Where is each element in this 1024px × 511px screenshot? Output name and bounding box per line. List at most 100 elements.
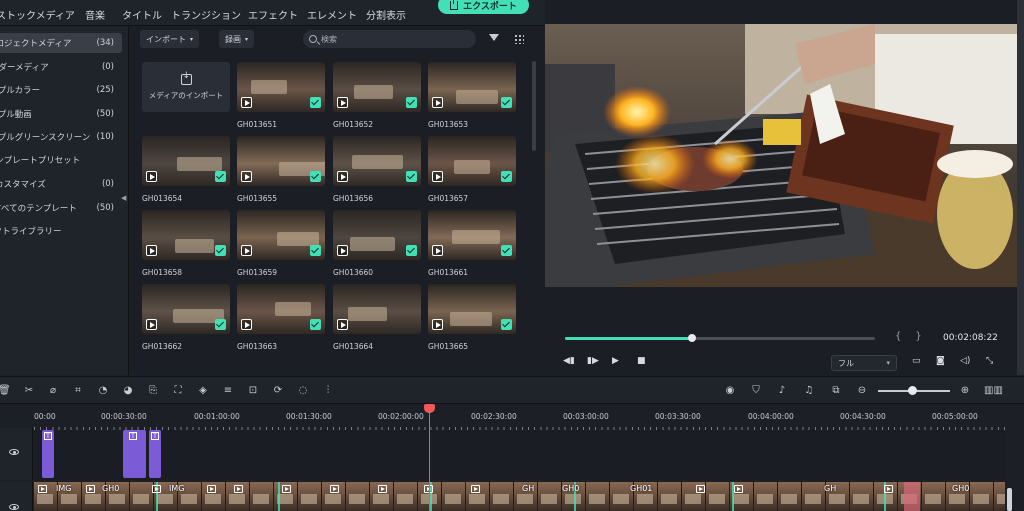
music-icon[interactable]: ♫ [803,385,815,397]
record-dropdown[interactable]: 録画 ▾ [219,30,255,48]
mask-icon[interactable]: ◈ [197,385,209,397]
clip-label[interactable]: GH [824,484,836,493]
media-scrollbar[interactable] [532,61,536,151]
clip-label[interactable]: IMG [56,484,71,493]
playhead-handle[interactable] [424,404,435,413]
sidebar-item-project-media[interactable]: プロジェクトメディア (34) [0,33,122,53]
tab-effects[interactable]: エフェクト [248,7,298,22]
title-clip[interactable]: T [123,430,146,478]
video-type-icon [432,171,443,182]
media-thumbnail[interactable] [428,136,516,186]
export-button[interactable]: エクスポート [438,0,529,14]
collapse-sidebar-icon[interactable]: ◀ [121,194,126,202]
eye-icon[interactable] [9,449,19,455]
snapshot-icon[interactable]: ◙ [936,356,945,366]
tab-titles[interactable]: タイトル [122,7,162,22]
clip-label[interactable]: GH0 [102,484,119,493]
sidebar-item-sample-colors[interactable]: サンプルカラー (25) [0,80,122,100]
media-thumbnail[interactable] [142,210,230,260]
audio-wave-icon[interactable]: ⫶ [322,385,334,397]
progress-knob[interactable] [688,334,697,342]
media-thumbnail[interactable] [237,136,325,186]
thumbnail-image [454,160,490,174]
title-clip[interactable]: T [42,430,54,478]
media-thumbnail[interactable] [237,62,325,112]
playhead[interactable] [429,405,430,511]
keyframe-icon[interactable]: ⊡ [247,385,259,397]
timeline-layout-icon[interactable]: ▥▥ [984,385,1003,397]
preview-quality-select[interactable]: フル ▾ [831,355,897,371]
motion-icon[interactable]: ⟳ [272,385,284,397]
fullscreen-icon[interactable]: ⤡ [986,356,993,366]
search-input[interactable]: 検索 [303,30,476,48]
clip-label[interactable]: GH0 [952,484,969,493]
tab-split-screen[interactable]: 分割表示 [366,7,406,22]
split-icon[interactable]: ✂ [23,385,35,397]
mark-in-out-icon[interactable]: {} [895,331,936,342]
media-thumbnail[interactable] [142,136,230,186]
marker-icon[interactable]: ⛉ [750,385,762,397]
sidebar-item-count: (0) [101,62,114,72]
step-forward-icon[interactable]: ▮▶ [587,356,599,366]
clip-label[interactable]: GH01 [630,484,652,493]
timeline-scrollbar[interactable] [1007,488,1012,511]
grid-view-icon[interactable] [514,34,524,44]
speed-icon[interactable]: ◔ [97,385,109,397]
export-icon [450,0,459,10]
media-thumbnail[interactable] [428,210,516,260]
ruler-label: 00:01:00:00 [194,412,240,421]
tab-audio[interactable]: 音楽 [85,7,105,22]
sidebar-item-all-templates[interactable]: すべてのテンプレート (50) [0,198,122,218]
sidebar-item-sample-video[interactable]: サンプル動画 (50) [0,104,122,124]
eye-icon[interactable] [9,504,19,510]
media-thumbnail[interactable] [333,136,421,186]
media-thumbnail[interactable] [428,284,516,334]
import-dropdown[interactable]: インポート ▾ [140,30,200,48]
zoom-in-icon[interactable]: ⊕ [959,385,971,397]
media-thumbnail-label: GH013658 [142,268,183,277]
delete-icon[interactable]: 🗑 [0,385,11,397]
import-media-tile[interactable]: メディアのインポート [142,62,230,112]
media-thumbnail[interactable] [237,210,325,260]
render-icon[interactable]: ◉ [724,385,736,397]
tab-transitions[interactable]: トランジション [171,7,241,22]
crop-icon[interactable]: ⌗ [72,385,84,397]
ruler-label: 00:04:00:00 [748,412,794,421]
stop-icon[interactable]: ■ [637,356,646,366]
zoom-slider-knob[interactable] [908,386,917,395]
caption-icon[interactable]: ⧉ [830,385,842,397]
track-header-title [0,428,33,480]
fit-icon[interactable]: ⛶ [172,385,184,397]
media-thumbnail[interactable] [237,284,325,334]
sidebar-item-sample-green-screen[interactable]: サンプルグリーンスクリーン (10) [0,127,122,147]
sidebar-item-customize[interactable]: カスタマイズ (0) [0,174,122,194]
color-icon[interactable]: ◕ [122,385,134,397]
tag-icon[interactable]: ⌀ [47,385,59,397]
sidebar-item-folder-media[interactable]: フォルダーメディア (0) [0,57,122,77]
title-clip[interactable]: T [149,430,161,478]
clip-label[interactable]: GH [522,484,534,493]
clip-label[interactable]: IMG [169,484,184,493]
monitor-icon[interactable]: ▭ [912,356,921,366]
tab-stock-media[interactable]: ストックメディア [0,7,75,22]
video-type-icon [337,245,348,256]
clip-label[interactable]: GH0 [562,484,579,493]
microphone-icon[interactable]: ♪ [776,385,788,397]
timeline-ruler[interactable]: 00:00 00:00:30:00 00:01:00:00 00:01:30:0… [0,405,1005,431]
media-thumbnail[interactable] [333,210,421,260]
playback-progress[interactable] [565,334,875,342]
media-thumbnail[interactable] [333,284,421,334]
volume-icon[interactable]: ◁) [960,356,970,366]
sidebar-item-effects-library[interactable]: エフェクトライブラリー [0,221,122,241]
media-thumbnail[interactable] [142,284,230,334]
media-thumbnail[interactable] [333,62,421,112]
adjust-icon[interactable]: ≡ [222,385,234,397]
media-thumbnail[interactable] [428,62,516,112]
filter-icon[interactable] [489,34,499,41]
play-icon[interactable]: ▶ [612,356,619,366]
sidebar-item-template-presets[interactable]: テンプレートプリセット [0,150,122,170]
stabilize-icon[interactable]: ⎘ [147,385,159,397]
step-back-icon[interactable]: ◀▮ [563,356,575,366]
zoom-out-icon[interactable]: ⊖ [856,385,868,397]
tab-elements[interactable]: エレメント [307,7,357,22]
